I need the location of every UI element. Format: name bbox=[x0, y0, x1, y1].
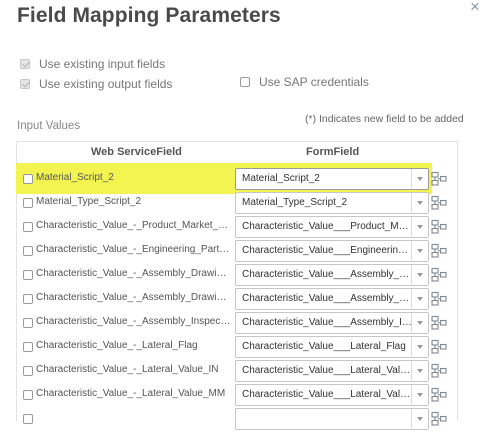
table-row bbox=[16, 408, 458, 432]
form-field-select[interactable]: Characteristic_Value___Lateral_Flag bbox=[235, 336, 429, 358]
chevron-down-icon[interactable] bbox=[411, 385, 428, 405]
chevron-down-icon[interactable] bbox=[411, 217, 428, 237]
table-row: Characteristic_Value_-_Assembly_Drawing_… bbox=[16, 288, 458, 312]
table-row: Characteristic_Value_-_Assembly_Drawing_… bbox=[16, 264, 458, 288]
web-service-field-label: Characteristic_Value_-_Lateral_Value_IN bbox=[36, 364, 219, 375]
chevron-down-icon[interactable] bbox=[411, 361, 428, 381]
field-map-icon[interactable] bbox=[431, 411, 447, 427]
field-map-icon[interactable] bbox=[431, 195, 447, 211]
row-checkbox[interactable] bbox=[23, 198, 33, 208]
field-map-icon[interactable] bbox=[431, 171, 447, 187]
row-checkbox[interactable] bbox=[23, 222, 33, 232]
chevron-down-icon[interactable] bbox=[411, 193, 428, 213]
row-checkbox[interactable] bbox=[23, 318, 33, 328]
form-field-select[interactable] bbox=[235, 408, 429, 430]
web-service-field-label: Characteristic_Value_-_Product_Market_Ca… bbox=[36, 220, 232, 231]
form-field-value: Characteristic_Value___Lateral_Value_IN bbox=[242, 365, 412, 376]
web-service-field-label: Characteristic_Value_-_Lateral_Flag bbox=[36, 340, 198, 351]
form-field-value: Material_Type_Script_2 bbox=[242, 197, 348, 208]
form-field-value: Characteristic_Value___Assembly_Inspecti… bbox=[242, 317, 412, 328]
form-field-select[interactable]: Characteristic_Value___Lateral_Value_IN bbox=[235, 360, 429, 382]
chevron-down-icon[interactable] bbox=[411, 313, 428, 333]
row-checkbox[interactable] bbox=[23, 270, 33, 280]
table-row: Characteristic_Value_-_Lateral_Value_IN C… bbox=[16, 360, 458, 384]
form-field-select[interactable]: Material_Type_Script_2 bbox=[235, 192, 429, 214]
form-field-select[interactable]: Characteristic_Value___Engineering_Part_… bbox=[235, 240, 429, 262]
column-header-web-service-field: Web ServiceField bbox=[91, 146, 182, 158]
form-field-select[interactable]: Characteristic_Value___Lateral_Value_MM bbox=[235, 384, 429, 406]
field-map-icon[interactable] bbox=[431, 387, 447, 403]
form-field-value: Characteristic_Value___Lateral_Flag bbox=[242, 341, 406, 352]
use-existing-input-checkbox[interactable]: Use existing input fields bbox=[20, 57, 165, 71]
field-map-icon[interactable] bbox=[431, 243, 447, 259]
form-field-value: Material_Script_2 bbox=[242, 173, 320, 184]
row-checkbox[interactable] bbox=[23, 414, 33, 424]
use-existing-input-label: Use existing input fields bbox=[39, 57, 166, 71]
input-values-label: Input Values bbox=[17, 120, 81, 132]
form-field-value: Characteristic_Value___Assembly_Drawing_… bbox=[242, 293, 412, 304]
form-field-select[interactable]: Characteristic_Value___Assembly_Drawing_… bbox=[235, 288, 429, 310]
chevron-down-icon[interactable] bbox=[411, 169, 428, 189]
table-row: Material_Type_Script_2 Material_Type_Scri… bbox=[16, 192, 458, 216]
web-service-field-label: Characteristic_Value_-_Assembly_Inspecti… bbox=[36, 316, 232, 327]
use-existing-output-checkbox[interactable]: Use existing output fields bbox=[20, 77, 172, 91]
form-field-value: Characteristic_Value___Engineering_Part_… bbox=[242, 245, 412, 256]
field-map-icon[interactable] bbox=[431, 339, 447, 355]
form-field-value: Characteristic_Value___Assembly_Drawing_… bbox=[242, 269, 412, 280]
field-map-icon[interactable] bbox=[431, 315, 447, 331]
chevron-down-icon[interactable] bbox=[411, 409, 428, 429]
field-map-icon[interactable] bbox=[431, 291, 447, 307]
field-map-icon[interactable] bbox=[431, 219, 447, 235]
use-sap-credentials-label: Use SAP credentials bbox=[259, 75, 369, 89]
column-header-form-field: FormField bbox=[306, 146, 360, 158]
chevron-down-icon[interactable] bbox=[411, 265, 428, 285]
row-checkbox[interactable] bbox=[23, 390, 33, 400]
table-row: Characteristic_Value_-_Lateral_Value_MM C… bbox=[16, 384, 458, 408]
web-service-field-label: Material_Type_Script_2 bbox=[36, 196, 142, 207]
table-row: Characteristic_Value_-_Engineering_Part_… bbox=[16, 240, 458, 264]
field-map-icon[interactable] bbox=[431, 363, 447, 379]
web-service-field-label: Material_Script_2 bbox=[36, 172, 114, 183]
new-field-note: (*) Indicates new field to be added bbox=[305, 113, 464, 125]
form-field-select[interactable]: Characteristic_Value___Assembly_Inspecti… bbox=[235, 312, 429, 334]
form-field-select[interactable]: Characteristic_Value___Product_Market_Ca… bbox=[235, 216, 429, 238]
checkbox-box[interactable] bbox=[240, 77, 250, 87]
field-map-icon[interactable] bbox=[431, 267, 447, 283]
table-row: Characteristic_Value_-_Assembly_Inspecti… bbox=[16, 312, 458, 336]
web-service-field-label: Characteristic_Value_-_Lateral_Value_MM bbox=[36, 388, 226, 399]
dialog-title: Field Mapping Parameters bbox=[17, 4, 281, 27]
table-row: Material_Script_2 Material_Script_2 bbox=[16, 168, 458, 192]
web-service-field-label: Characteristic_Value_-_Engineering_Part_… bbox=[36, 244, 232, 255]
form-field-select[interactable]: Characteristic_Value___Assembly_Drawing_… bbox=[235, 264, 429, 286]
row-checkbox[interactable] bbox=[23, 366, 33, 376]
row-checkbox[interactable] bbox=[23, 246, 33, 256]
close-icon[interactable]: × bbox=[466, 0, 484, 16]
row-checkbox[interactable] bbox=[23, 174, 33, 184]
use-existing-output-label: Use existing output fields bbox=[39, 77, 173, 91]
use-sap-credentials-checkbox[interactable]: Use SAP credentials bbox=[240, 75, 369, 89]
chevron-down-icon[interactable] bbox=[411, 289, 428, 309]
checkbox-box[interactable] bbox=[20, 79, 30, 89]
row-checkbox[interactable] bbox=[23, 342, 33, 352]
row-checkbox[interactable] bbox=[23, 294, 33, 304]
form-field-value: Characteristic_Value___Lateral_Value_MM bbox=[242, 389, 412, 400]
web-service-field-label: Characteristic_Value_-_Assembly_Drawing_… bbox=[36, 268, 232, 279]
form-field-value: Characteristic_Value___Product_Market_Ca… bbox=[242, 221, 412, 232]
form-field-select[interactable]: Material_Script_2 bbox=[235, 168, 429, 190]
checkbox-box[interactable] bbox=[20, 59, 30, 69]
table-row: Characteristic_Value_-_Product_Market_Ca… bbox=[16, 216, 458, 240]
chevron-down-icon[interactable] bbox=[411, 337, 428, 357]
table-row: Characteristic_Value_-_Lateral_Flag Chara… bbox=[16, 336, 458, 360]
chevron-down-icon[interactable] bbox=[411, 241, 428, 261]
web-service-field-label: Characteristic_Value_-_Assembly_Drawing_… bbox=[36, 292, 232, 303]
